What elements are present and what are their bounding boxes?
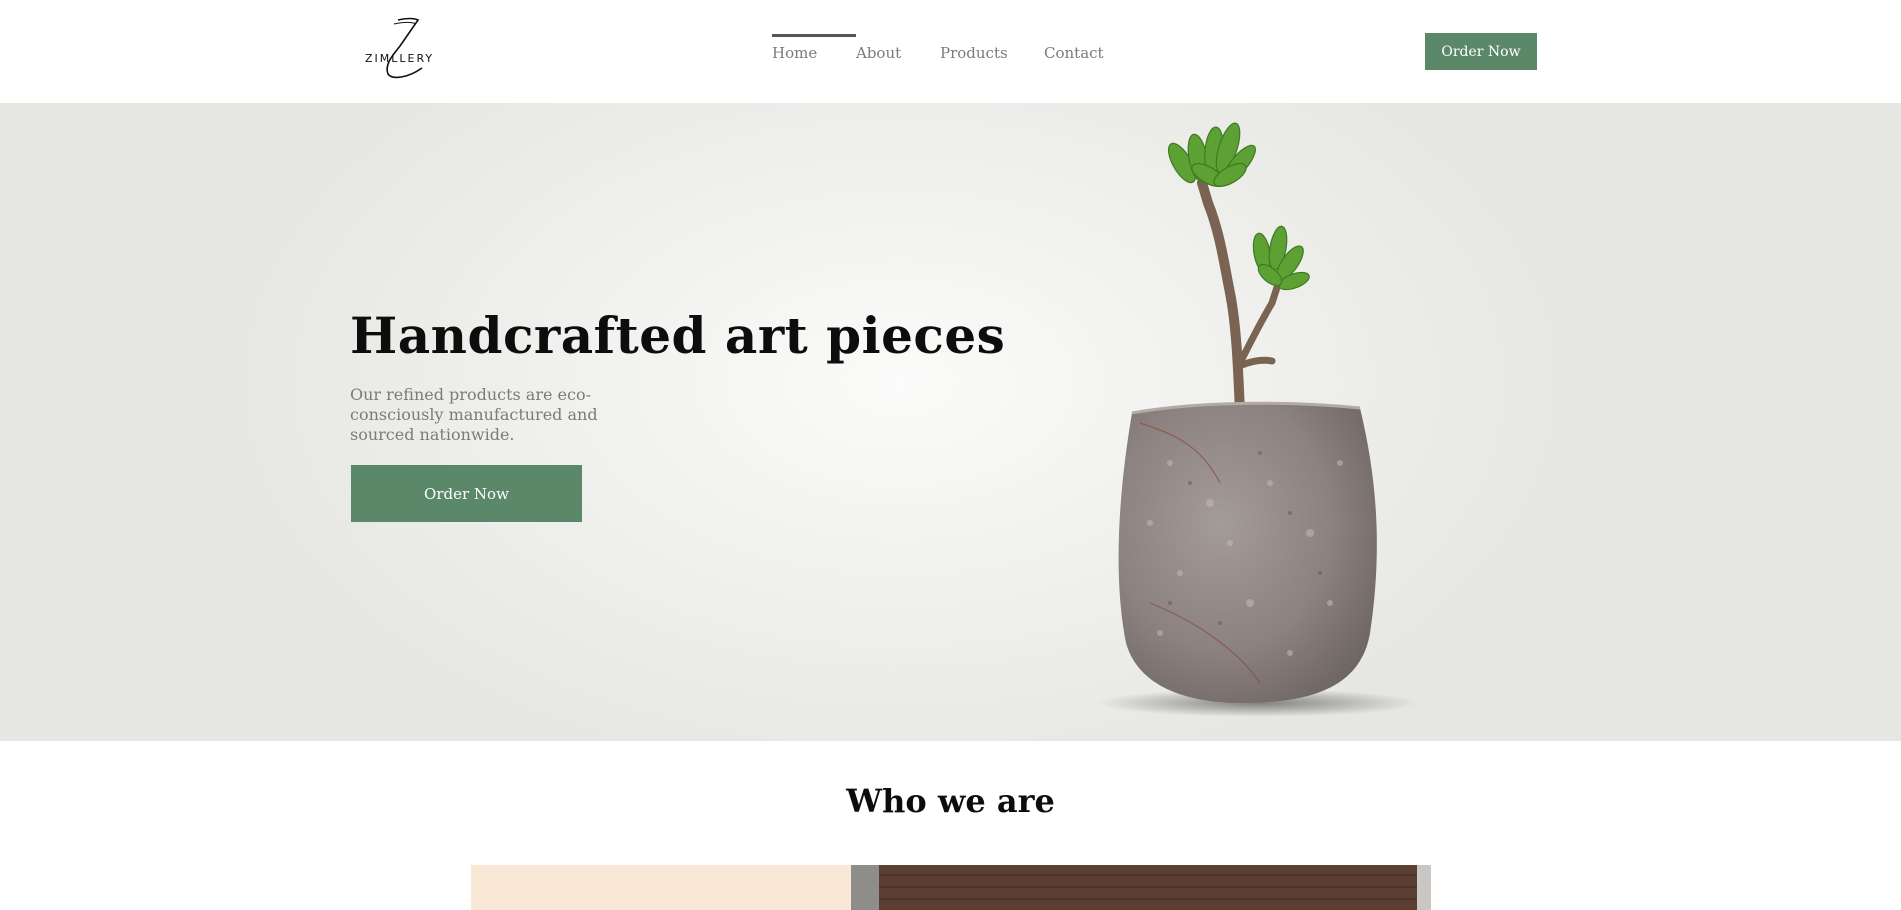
who-we-are-text-panel — [471, 865, 851, 910]
main-nav: Home About Products Contact — [772, 34, 1124, 74]
nav-item-home[interactable]: Home — [772, 34, 856, 74]
who-we-are-title: Who we are — [846, 782, 1055, 820]
header-order-now-button[interactable]: Order Now — [1425, 33, 1537, 70]
nav-item-about[interactable]: About — [856, 34, 940, 74]
hero-title: Handcrafted art pieces — [350, 306, 1006, 365]
who-we-are-image — [851, 865, 1431, 910]
image-edge-right — [1417, 865, 1431, 910]
nav-item-products[interactable]: Products — [940, 34, 1044, 74]
site-header: ZIMLLERY Home About Products Contact Ord… — [0, 0, 1901, 103]
logo-text: ZIMLLERY — [365, 52, 435, 65]
hero-subtitle: Our refined products are eco-consciously… — [350, 385, 598, 444]
brick-wall-image — [879, 865, 1419, 910]
image-edge-left — [851, 865, 879, 910]
logo[interactable]: ZIMLLERY — [360, 16, 438, 82]
logo-mark — [386, 17, 423, 79]
hero-order-now-button[interactable]: Order Now — [351, 465, 582, 522]
nav-item-contact[interactable]: Contact — [1044, 34, 1124, 74]
potted-plant-image — [1098, 122, 1418, 717]
hero-section: Handcrafted art pieces Our refined produ… — [0, 103, 1901, 741]
